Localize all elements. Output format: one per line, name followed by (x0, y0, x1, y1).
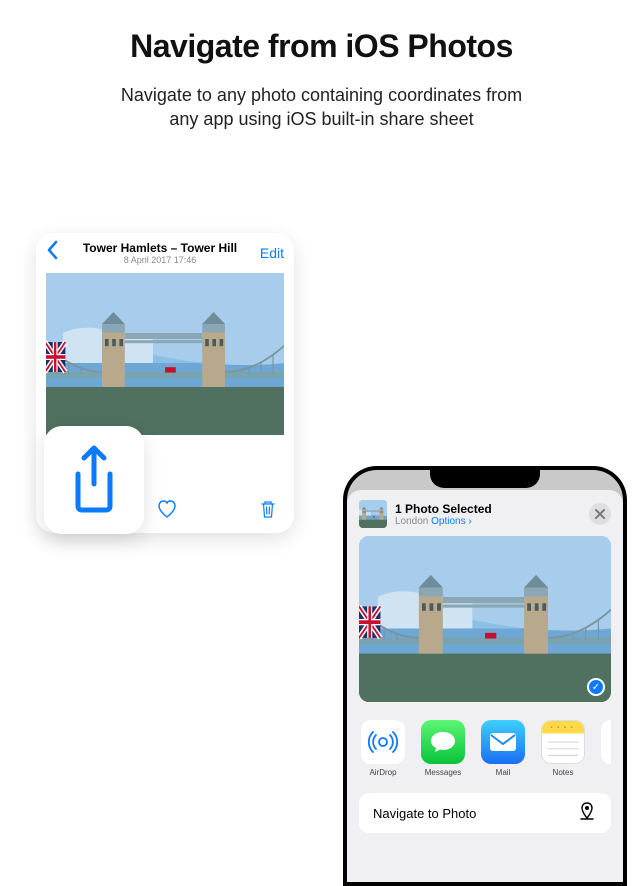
share-app-mail[interactable]: Mail (479, 720, 527, 777)
more-app-icon (601, 720, 611, 764)
phone-screen: 1 Photo Selected London Options › ✓ (347, 470, 623, 882)
delete-button[interactable] (260, 500, 276, 523)
photo-timestamp: 8 April 2017 17:46 (70, 255, 250, 265)
phone-notch (430, 470, 540, 488)
share-thumbnail (359, 500, 387, 528)
edit-button[interactable]: Edit (250, 245, 284, 261)
photo-viewer[interactable] (46, 273, 284, 435)
share-app-more[interactable]: Re (599, 720, 611, 777)
share-app-airdrop[interactable]: AirDrop (359, 720, 407, 777)
share-sheet-header: 1 Photo Selected London Options › (359, 500, 611, 528)
share-apps-row: AirDrop Messages Mail (359, 720, 611, 777)
share-sheet: 1 Photo Selected London Options › ✓ (347, 490, 623, 882)
share-button-callout[interactable] (44, 426, 144, 534)
share-app-notes[interactable]: Notes (539, 720, 587, 777)
share-icon (66, 444, 122, 516)
notes-icon (541, 720, 585, 764)
share-title: 1 Photo Selected (395, 502, 581, 516)
selected-check-icon: ✓ (587, 678, 605, 696)
share-action-navigate[interactable]: Navigate to Photo (359, 793, 611, 833)
share-preview-image[interactable]: ✓ (359, 536, 611, 702)
share-app-messages[interactable]: Messages (419, 720, 467, 777)
mail-icon (481, 720, 525, 764)
airdrop-icon (361, 720, 405, 764)
heart-icon (157, 500, 177, 518)
back-button[interactable] (46, 240, 70, 266)
close-button[interactable] (589, 503, 611, 525)
photos-nav-bar: Tower Hamlets – Tower Hill 8 April 2017 … (36, 233, 294, 273)
messages-icon (421, 720, 465, 764)
photo-title-box: Tower Hamlets – Tower Hill 8 April 2017 … (70, 241, 250, 265)
photo-location-title: Tower Hamlets – Tower Hill (70, 241, 250, 255)
favorite-button[interactable] (157, 500, 177, 523)
phone-frame: 1 Photo Selected London Options › ✓ (343, 466, 627, 886)
share-header-text: 1 Photo Selected London Options › (395, 502, 581, 527)
chevron-left-icon (46, 240, 58, 260)
close-icon (595, 509, 605, 519)
page-heading: Navigate from iOS Photos (0, 28, 643, 65)
trash-icon (260, 500, 276, 518)
navigate-app-icon (577, 801, 597, 826)
share-subtitle[interactable]: London Options › (395, 516, 581, 527)
page-subheading: Navigate to any photo containing coordin… (0, 83, 643, 132)
share-options-link[interactable]: Options › (431, 516, 472, 527)
